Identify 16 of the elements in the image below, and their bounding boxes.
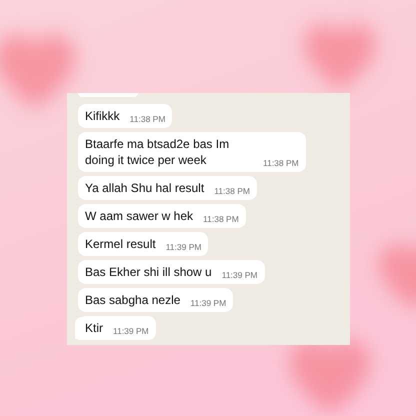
message-time: 11:38 PM [203, 213, 239, 225]
message-time: 11:38 PM [214, 185, 250, 197]
message-time: 11:39 PM [190, 297, 226, 309]
message-time: 11:39 PM [166, 241, 202, 253]
message-text: W aam sawer w hek [85, 208, 194, 224]
message-text: Ktir [85, 320, 103, 336]
message-time: 11:38 PM [130, 113, 166, 125]
message-time: 11:39 PM [113, 325, 149, 337]
message-text: Ya allah Shu hal result [85, 180, 204, 196]
message-text: Btaarfe ma btsad2e bas Im doing it twice per week [85, 136, 230, 168]
message-text: Bas sabgha nezle [85, 292, 180, 308]
message-text: Kermel result [85, 236, 156, 252]
message-time: 11:39 PM [222, 269, 258, 281]
message-time: 11:38 PM [263, 157, 299, 169]
message-text: Kifikkk [85, 108, 120, 124]
message-text: Bas Ekher shi ill show u [85, 264, 212, 280]
